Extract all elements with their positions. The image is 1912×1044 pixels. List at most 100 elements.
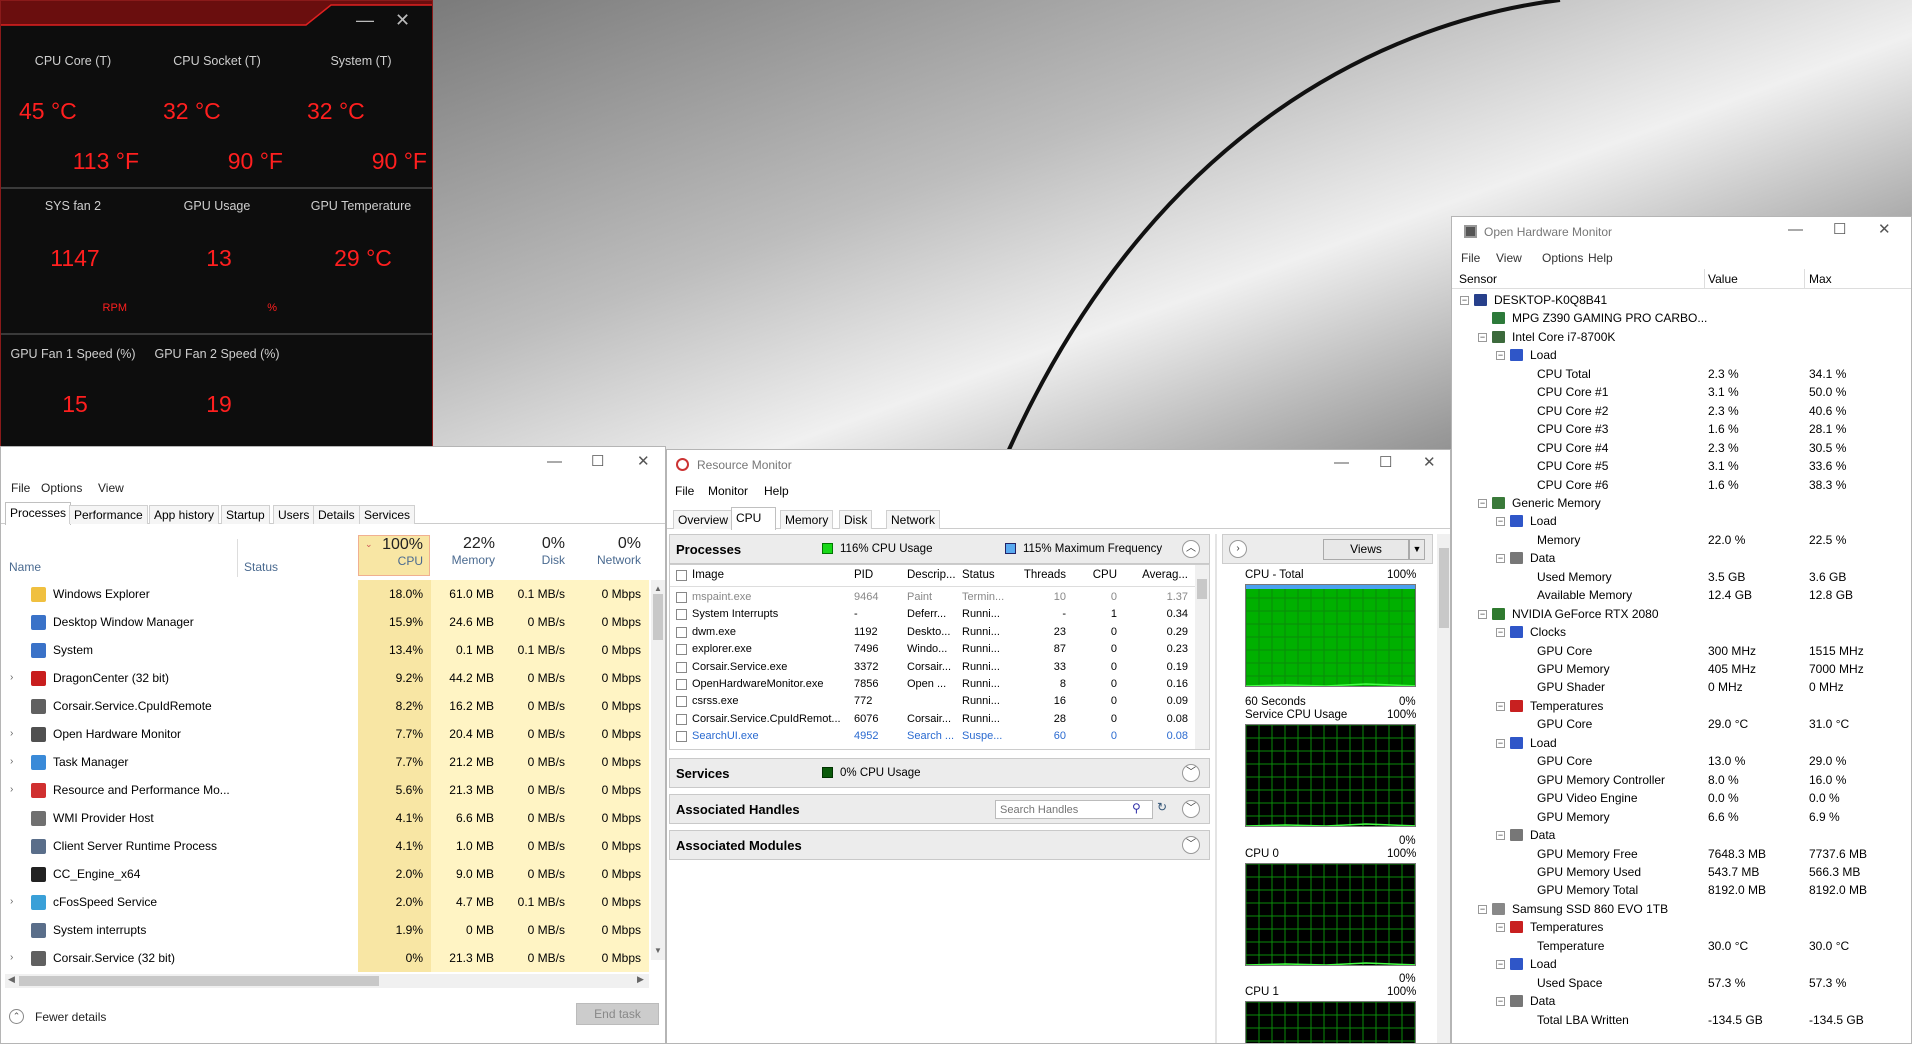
table-row[interactable]: Windows Explorer 18.0% 61.0 MB 0.1 MB/s …: [1, 580, 649, 608]
collapse-toggle-icon[interactable]: −: [1496, 517, 1505, 527]
expand-icon[interactable]: ›: [10, 664, 13, 692]
table-row[interactable]: dwm.exe 1192 Deskto... Runni... 23 0 0.29: [670, 624, 1200, 641]
table-row[interactable]: System interrupts 1.9% 0 MB 0 MB/s 0 Mbp…: [1, 916, 649, 944]
graphs-scroll-thumb[interactable]: [1439, 548, 1449, 628]
expand-chevron-icon[interactable]: ﹀: [1182, 764, 1200, 782]
tab-network[interactable]: Network: [886, 510, 941, 529]
menu-help[interactable]: Help: [1588, 251, 1613, 265]
expand-icon[interactable]: ›: [10, 888, 13, 916]
sensor-row[interactable]: Temperature 30.0 °C 30.0 °C: [1452, 937, 1911, 955]
expand-icon[interactable]: ›: [10, 776, 13, 804]
row-checkbox[interactable]: [676, 592, 687, 603]
services-section-header[interactable]: Services 0% CPU Usage ﹀: [669, 758, 1210, 788]
tab-cpu[interactable]: CPU: [731, 507, 776, 530]
collapse-toggle-icon[interactable]: −: [1496, 351, 1505, 361]
processes-section-header[interactable]: Processes 116% CPU Usage 115% Maximum Fr…: [669, 534, 1210, 564]
menu-options[interactable]: Options: [41, 481, 82, 495]
table-row[interactable]: Corsair.Service.exe 3372 Corsair... Runni..…: [670, 659, 1200, 676]
collapse-toggle-icon[interactable]: −: [1496, 738, 1505, 748]
col-max[interactable]: Max: [1809, 272, 1832, 286]
proc-col-header[interactable]: Status: [962, 569, 1020, 581]
sensor-row[interactable]: GPU Memory Total 8192.0 MB 8192.0 MB: [1452, 881, 1911, 899]
row-checkbox[interactable]: [676, 696, 687, 708]
tab-app-history[interactable]: App history: [149, 505, 220, 524]
menu-options[interactable]: Options: [1542, 251, 1583, 265]
search-handles-input[interactable]: [995, 800, 1153, 819]
handles-section-header[interactable]: Associated Handles ⚲ ↻ ﹀: [669, 794, 1210, 824]
sensor-row[interactable]: − DESKTOP-K0Q8B41: [1452, 291, 1911, 309]
menu-file[interactable]: File: [11, 481, 30, 495]
col-disk[interactable]: 0% Disk: [501, 535, 571, 580]
collapse-chevron-icon[interactable]: ︿: [1182, 540, 1200, 558]
sensor-row[interactable]: CPU Total 2.3 % 34.1 %: [1452, 365, 1911, 383]
sensor-row[interactable]: − Data: [1452, 549, 1911, 567]
sensor-row[interactable]: CPU Core #2 2.3 % 40.6 %: [1452, 402, 1911, 420]
sensor-row[interactable]: − Load: [1452, 346, 1911, 364]
scrollbar-thumb[interactable]: [653, 594, 663, 640]
collapse-toggle-icon[interactable]: −: [1496, 923, 1505, 933]
col-name[interactable]: Name: [9, 560, 41, 574]
table-row[interactable]: mspaint.exe 9464 Paint Termin... 10 0 1.37: [670, 589, 1200, 606]
sensor-row[interactable]: − NVIDIA GeForce RTX 2080: [1452, 605, 1911, 623]
table-row[interactable]: OpenHardwareMonitor.exe 7856 Open ... Runni…: [670, 676, 1200, 693]
col-cpu[interactable]: ⌄ 100% CPU: [358, 535, 430, 576]
row-checkbox[interactable]: [676, 626, 687, 638]
table-row[interactable]: System Interrupts - Deferr... Runni... - 1 0.3…: [670, 606, 1200, 623]
table-row[interactable]: WMI Provider Host 4.1% 6.6 MB 0 MB/s 0 M…: [1, 804, 649, 832]
close-icon[interactable]: ✕: [1878, 220, 1891, 238]
sensor-row[interactable]: − Samsung SSD 860 EVO 1TB: [1452, 900, 1911, 918]
row-checkbox[interactable]: [676, 661, 687, 673]
table-row[interactable]: csrss.exe 772 Runni... 16 0 0.09: [670, 693, 1200, 710]
row-checkbox[interactable]: [676, 609, 687, 621]
expand-chevron-icon[interactable]: ﹀: [1182, 836, 1200, 854]
close-icon[interactable]: ✕: [395, 11, 410, 29]
close-icon[interactable]: ✕: [637, 452, 650, 470]
sensor-row[interactable]: MPG Z390 GAMING PRO CARBO...: [1452, 309, 1911, 327]
collapse-toggle-icon[interactable]: −: [1496, 628, 1505, 638]
sensor-row[interactable]: GPU Core 13.0 % 29.0 %: [1452, 752, 1911, 770]
sensor-row[interactable]: − Load: [1452, 955, 1911, 973]
table-row[interactable]: explorer.exe 7496 Windo... Runni... 87 0 0.23: [670, 641, 1200, 658]
tab-performance[interactable]: Performance: [69, 505, 148, 524]
close-icon[interactable]: ✕: [1423, 453, 1436, 471]
sensor-row[interactable]: Used Space 57.3 % 57.3 %: [1452, 974, 1911, 992]
collapse-toggle-icon[interactable]: −: [1478, 332, 1487, 342]
sensor-row[interactable]: − Temperatures: [1452, 918, 1911, 936]
maximize-icon[interactable]: ☐: [1379, 453, 1392, 471]
proc-col-header[interactable]: Threads: [1022, 569, 1066, 581]
tab-details[interactable]: Details: [313, 505, 360, 524]
menu-file[interactable]: File: [1461, 251, 1480, 265]
collapse-toggle-icon[interactable]: −: [1478, 904, 1487, 914]
collapse-toggle-icon[interactable]: −: [1496, 701, 1505, 711]
sensor-row[interactable]: − Data: [1452, 992, 1911, 1010]
minimize-icon[interactable]: —: [547, 453, 562, 470]
proc-col-header[interactable]: Descrip...: [907, 569, 959, 581]
menu-file[interactable]: File: [675, 484, 694, 498]
table-row[interactable]: CC_Engine_x64 2.0% 9.0 MB 0 MB/s 0 Mbps: [1, 860, 649, 888]
sensor-row[interactable]: GPU Memory 405 MHz 7000 MHz: [1452, 660, 1911, 678]
sensor-row[interactable]: − Load: [1452, 734, 1911, 752]
sensor-row[interactable]: GPU Video Engine 0.0 % 0.0 %: [1452, 789, 1911, 807]
col-value[interactable]: Value: [1708, 272, 1738, 286]
tab-startup[interactable]: Startup: [221, 505, 270, 524]
sensor-row[interactable]: Total LBA Written -134.5 GB -134.5 GB: [1452, 1011, 1911, 1029]
fewer-details-icon[interactable]: ⌃: [9, 1009, 24, 1024]
views-dropdown-icon[interactable]: ▼: [1409, 539, 1425, 560]
minimize-icon[interactable]: —: [1334, 454, 1349, 471]
col-memory[interactable]: 22% Memory: [431, 535, 501, 580]
proc-col-header[interactable]: Averag...: [1130, 569, 1188, 581]
table-row[interactable]: Desktop Window Manager 15.9% 24.6 MB 0 M…: [1, 608, 649, 636]
horizontal-scrollbar[interactable]: ◀ ▶: [5, 974, 649, 988]
collapse-toggle-icon[interactable]: −: [1496, 997, 1505, 1007]
row-checkbox[interactable]: [676, 713, 687, 725]
table-row[interactable]: › Task Manager 7.7% 21.2 MB 0 MB/s 0 Mbp…: [1, 748, 649, 776]
col-status[interactable]: Status: [244, 560, 278, 574]
collapse-toggle-icon[interactable]: −: [1496, 554, 1505, 564]
hscroll-thumb[interactable]: [19, 976, 379, 986]
sensor-row[interactable]: − Data: [1452, 826, 1911, 844]
tab-disk[interactable]: Disk: [839, 510, 873, 529]
modules-section-header[interactable]: Associated Modules ﹀: [669, 830, 1210, 860]
sensor-row[interactable]: CPU Core #6 1.6 % 38.3 %: [1452, 476, 1911, 494]
menu-view[interactable]: View: [1496, 251, 1522, 265]
sensor-row[interactable]: GPU Memory Used 543.7 MB 566.3 MB: [1452, 863, 1911, 881]
